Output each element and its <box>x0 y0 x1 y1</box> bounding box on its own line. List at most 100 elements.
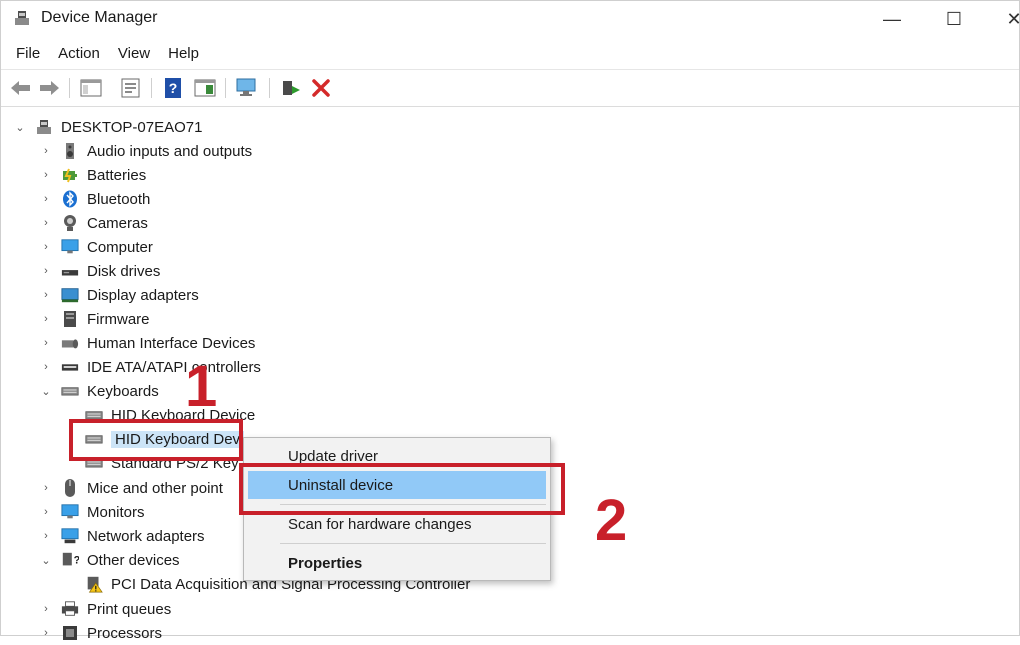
tree-item-batteries[interactable]: › Batteries <box>39 163 146 187</box>
display-adapter-icon <box>61 286 79 304</box>
tree-item-label: Network adapters <box>87 527 205 545</box>
tree-item-bluetooth[interactable]: › Bluetooth <box>39 187 150 211</box>
tree-item-label: IDE ATA/ATAPI controllers <box>87 358 261 376</box>
maximize-button[interactable]: ☐ <box>931 5 977 33</box>
chevron-right-icon[interactable]: › <box>39 481 53 495</box>
menu-help[interactable]: Help <box>159 43 208 67</box>
chevron-right-icon[interactable]: › <box>39 312 53 326</box>
action-pane-icon[interactable] <box>193 76 217 100</box>
back-arrow-icon[interactable] <box>9 76 33 100</box>
tree-item-label: Human Interface Devices <box>87 334 256 352</box>
tree-item-label: Monitors <box>87 503 145 521</box>
tree-item-label: Batteries <box>87 166 147 184</box>
tree-item-label: Keyboards <box>87 382 159 400</box>
context-menu-separator <box>280 543 546 544</box>
tree-item-label: Processors <box>87 624 163 642</box>
mouse-icon <box>61 479 79 497</box>
tree-item-display-adapters[interactable]: › Display adapters <box>39 283 199 307</box>
network-adapter-icon <box>61 527 79 545</box>
tree-item-keyboards[interactable]: ⌄ Keyboards <box>39 379 159 403</box>
chevron-right-icon[interactable]: › <box>39 216 53 230</box>
properties-icon[interactable] <box>119 76 143 100</box>
svg-text:?: ? <box>169 80 178 96</box>
tree-item-label: Print queues <box>87 600 172 618</box>
tree-item-hid[interactable]: › Human Interface Devices <box>39 331 255 355</box>
monitor-icon <box>61 238 79 256</box>
tree-item-cameras[interactable]: › Cameras <box>39 211 148 235</box>
toolbar-separator <box>269 78 270 98</box>
show-hide-console-tree-icon[interactable] <box>79 76 103 100</box>
computer-icon <box>35 118 53 136</box>
bluetooth-icon <box>61 190 79 208</box>
other-devices-icon: ? <box>61 551 79 569</box>
uninstall-device-icon[interactable] <box>309 76 333 100</box>
monitor-icon <box>61 503 79 521</box>
tree-item-processors[interactable]: › Processors <box>39 621 162 645</box>
tree-item-label: Bluetooth <box>87 190 151 208</box>
chevron-right-icon[interactable]: › <box>39 529 53 543</box>
title-bar: Device Manager — ☐ ✕ <box>1 1 1020 37</box>
chevron-right-icon[interactable]: › <box>39 360 53 374</box>
minimize-button[interactable]: — <box>869 5 915 33</box>
disk-drive-icon <box>61 262 79 280</box>
annotation-number-step1: 1 <box>185 354 218 419</box>
chevron-right-icon[interactable]: › <box>39 168 53 182</box>
toolbar-separator <box>69 78 70 98</box>
toolbar: ? <box>1 69 1019 107</box>
chevron-right-icon[interactable]: › <box>39 144 53 158</box>
tree-item-label: Audio inputs and outputs <box>87 142 253 160</box>
tree-item-label: Cameras <box>87 214 148 232</box>
toolbar-separator <box>151 78 152 98</box>
menu-file[interactable]: File <box>7 43 49 67</box>
printer-icon <box>61 600 79 618</box>
chevron-right-icon[interactable]: › <box>39 626 53 640</box>
speaker-icon <box>61 142 79 160</box>
tree-item-label: Other devices <box>87 551 180 569</box>
window-title: Device Manager <box>41 9 158 26</box>
tree-item-other-devices[interactable]: ⌄ ? Other devices <box>39 548 180 572</box>
menu-view[interactable]: View <box>109 43 159 67</box>
chevron-right-icon[interactable]: › <box>39 192 53 206</box>
tree-item-mice[interactable]: › Mice and other point <box>39 476 223 500</box>
firmware-icon <box>61 310 79 328</box>
tree-item-label: Display adapters <box>87 286 199 304</box>
chevron-down-icon[interactable]: ⌄ <box>13 120 27 134</box>
chevron-right-icon[interactable]: › <box>39 602 53 616</box>
tree-item-disk-drives[interactable]: › Disk drives <box>39 259 160 283</box>
close-button[interactable]: ✕ <box>991 5 1020 33</box>
hid-icon <box>61 334 79 352</box>
annotation-number-step2: 2 <box>595 488 628 553</box>
tree-item-computer[interactable]: › Computer <box>39 235 153 259</box>
menu-bar: File Action View Help <box>1 43 208 67</box>
help-icon[interactable]: ? <box>161 76 185 100</box>
tree-item-ide-controllers[interactable]: › IDE ATA/ATAPI controllers <box>39 355 261 379</box>
device-manager-window: Device Manager — ☐ ✕ File Action View He… <box>0 0 1020 642</box>
tree-item-firmware[interactable]: › Firmware <box>39 307 149 331</box>
chevron-right-icon[interactable]: › <box>39 264 53 278</box>
svg-text:?: ? <box>74 555 79 567</box>
processor-icon <box>61 624 79 642</box>
forward-arrow-icon[interactable] <box>37 76 61 100</box>
tree-item-network-adapters[interactable]: › Network adapters <box>39 524 205 548</box>
camera-icon <box>61 214 79 232</box>
chevron-right-icon[interactable]: › <box>39 288 53 302</box>
chevron-down-icon[interactable]: ⌄ <box>39 553 53 567</box>
annotation-box-step1 <box>69 419 243 461</box>
enable-device-icon[interactable] <box>279 76 303 100</box>
chevron-right-icon[interactable]: › <box>39 240 53 254</box>
context-menu-properties[interactable]: Properties <box>248 549 546 577</box>
chevron-right-icon[interactable]: › <box>39 336 53 350</box>
tree-item-print-queues[interactable]: › Print queues <box>39 597 171 621</box>
warning-device-icon <box>85 575 103 593</box>
device-manager-icon <box>13 9 31 27</box>
battery-icon <box>61 166 79 184</box>
chevron-right-icon[interactable]: › <box>39 505 53 519</box>
ide-controller-icon <box>61 358 79 376</box>
menu-action[interactable]: Action <box>49 43 109 67</box>
tree-root[interactable]: ⌄ DESKTOP-07EAO71 <box>13 115 202 139</box>
chevron-down-icon[interactable]: ⌄ <box>39 384 53 398</box>
tree-item-audio[interactable]: › Audio inputs and outputs <box>39 139 252 163</box>
tree-item-label: Disk drives <box>87 262 161 280</box>
scan-hardware-icon[interactable] <box>235 76 259 100</box>
tree-item-monitors[interactable]: › Monitors <box>39 500 145 524</box>
